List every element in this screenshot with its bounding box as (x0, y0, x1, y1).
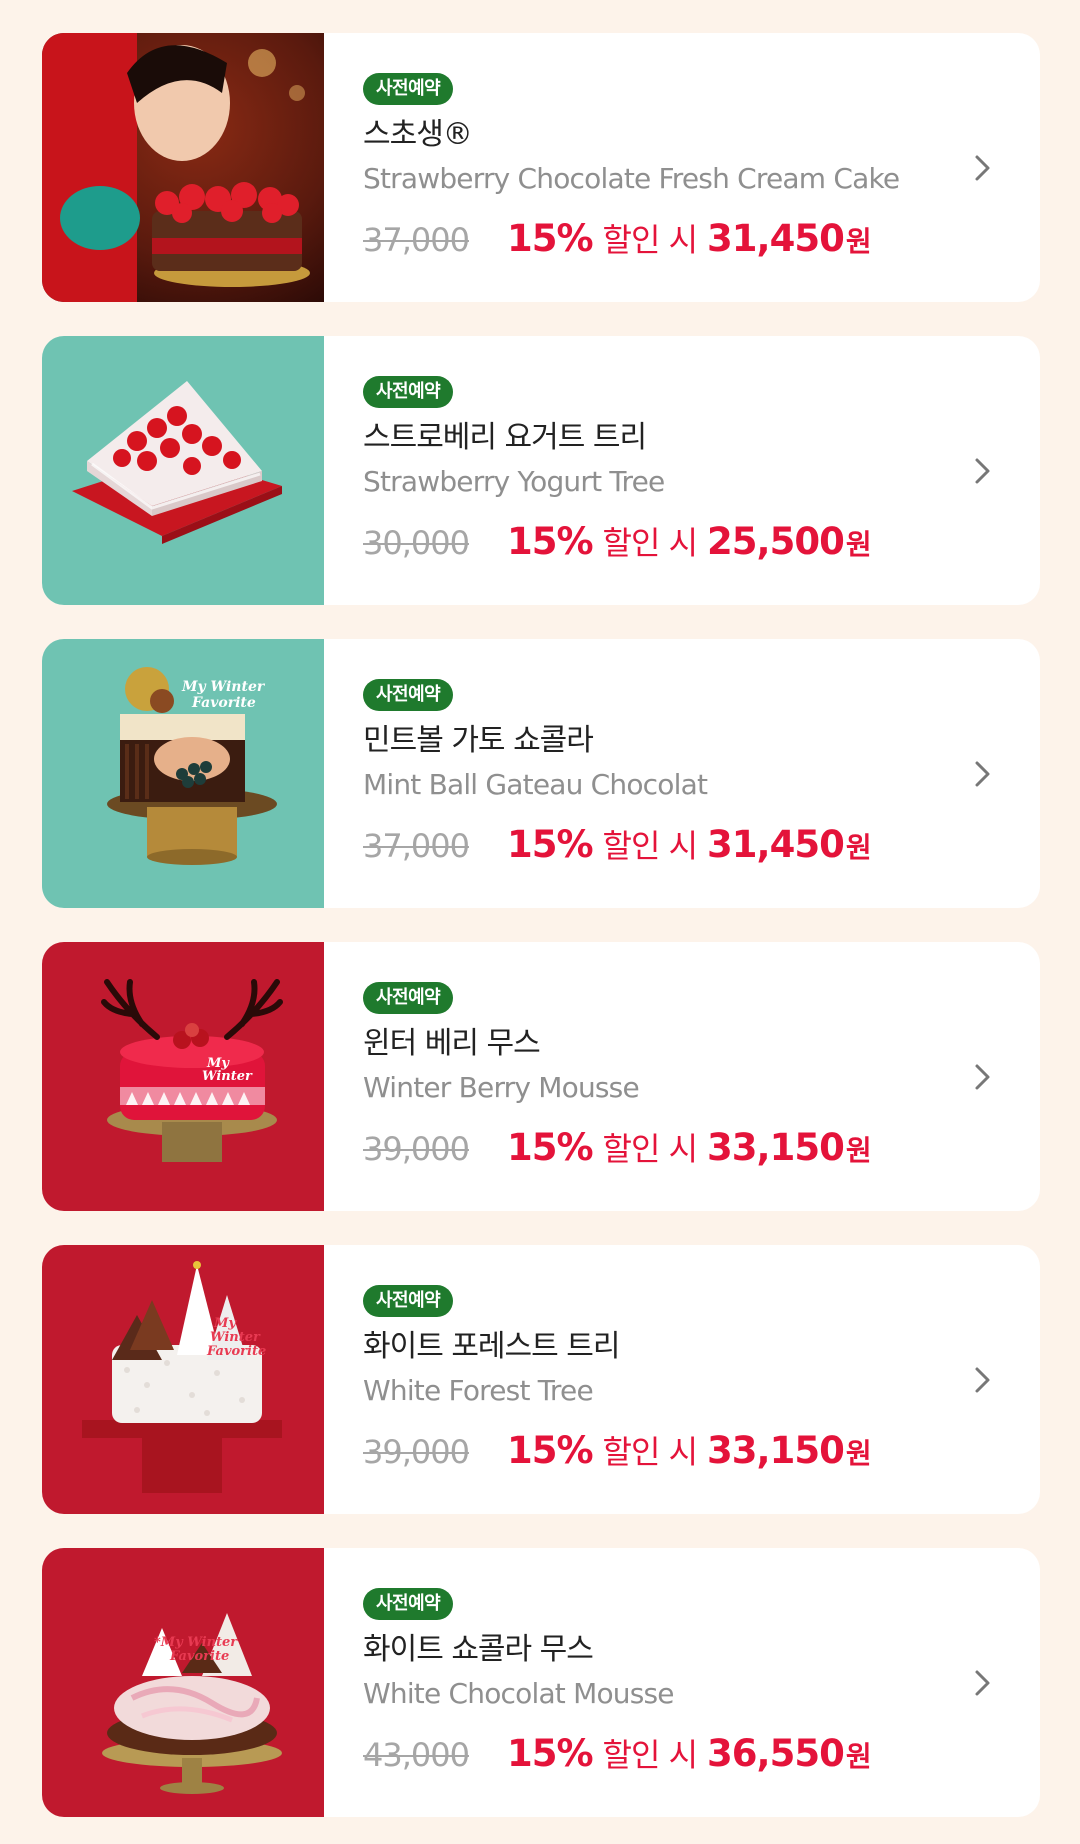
product-info: 사전예약 화이트 쇼콜라 무스 White Chocolat Mousse 43… (363, 1588, 960, 1778)
product-name-korean: 화이트 쇼콜라 무스 (363, 1632, 594, 1667)
currency-unit: 원 (845, 1134, 872, 1167)
svg-text:My: My (213, 1316, 237, 1331)
product-name-english: Strawberry Chocolate Fresh Cream Cake (363, 162, 900, 195)
product-card[interactable]: 사전예약 스트로베리 요거트 트리 Strawberry Yogurt Tree… (42, 336, 1040, 605)
sale-price: 25,500 (707, 520, 845, 563)
currency-unit: 원 (845, 831, 872, 864)
discount-label: 할인 시 (602, 1433, 698, 1471)
sale-price: 31,450 (707, 217, 845, 260)
preorder-badge: 사전예약 (363, 376, 454, 408)
product-name-english: White Forest Tree (363, 1374, 594, 1407)
preorder-badge: 사전예약 (363, 1285, 454, 1317)
discount-percent: 15% (506, 217, 594, 260)
discount-percent: 15% (506, 823, 594, 866)
preorder-badge: 사전예약 (363, 982, 454, 1014)
svg-text:My Winter: My Winter (181, 679, 266, 695)
original-price: 37,000 (363, 221, 470, 259)
mint-ball-gateau-image: My Winter Favorite (42, 639, 324, 908)
product-card[interactable]: 사전예약 스초생® Strawberry Chocolate Fresh Cre… (42, 33, 1040, 302)
preorder-badge: 사전예약 (363, 679, 454, 711)
discount-label: 할인 시 (602, 1736, 698, 1774)
white-forest-tree-image: My Winter Favorite (42, 1245, 324, 1514)
svg-text:*My Winter: *My Winter (154, 1635, 238, 1650)
product-card[interactable]: My Winter Favorite 사전예약 화이트 포레스트 트리 Whit… (42, 1245, 1040, 1514)
original-price: 30,000 (363, 524, 470, 562)
discount-percent: 15% (506, 520, 594, 563)
chevron-right-icon[interactable] (964, 1362, 1000, 1398)
price-row: 39,000 15% 할인 시 33,150 원 (363, 1427, 960, 1475)
preorder-badge: 사전예약 (363, 73, 454, 105)
product-name-korean: 화이트 포레스트 트리 (363, 1329, 620, 1364)
product-info: 사전예약 스트로베리 요거트 트리 Strawberry Yogurt Tree… (363, 376, 960, 566)
price-row: 37,000 15% 할인 시 31,450 원 (363, 821, 960, 869)
discount-label: 할인 시 (602, 827, 698, 865)
svg-text:Winter: Winter (210, 1330, 261, 1345)
original-price: 39,000 (363, 1433, 470, 1471)
product-list: 사전예약 스초생® Strawberry Chocolate Fresh Cre… (42, 33, 1040, 1817)
product-name-english: Winter Berry Mousse (363, 1071, 640, 1104)
product-info: 사전예약 민트볼 가토 쇼콜라 Mint Ball Gateau Chocola… (363, 679, 960, 869)
discount-percent: 15% (506, 1429, 594, 1472)
price-row: 37,000 15% 할인 시 31,450 원 (363, 215, 960, 263)
white-chocolat-mousse-image: *My Winter Favorite (42, 1548, 324, 1817)
price-row: 43,000 15% 할인 시 36,550 원 (363, 1730, 960, 1778)
price-row: 39,000 15% 할인 시 33,150 원 (363, 1124, 960, 1172)
discount-percent: 15% (506, 1126, 594, 1169)
sale-price: 33,150 (707, 1429, 845, 1472)
currency-unit: 원 (845, 528, 872, 561)
strawberry-chocolate-cake-image (42, 33, 324, 302)
currency-unit: 원 (845, 225, 872, 258)
discount-label: 할인 시 (602, 1130, 698, 1168)
svg-text:Favorite: Favorite (191, 695, 256, 711)
svg-text:Winter: Winter (202, 1069, 253, 1084)
discount-label: 할인 시 (602, 221, 698, 259)
product-info: 사전예약 윈터 베리 무스 Winter Berry Mousse 39,000… (363, 982, 960, 1172)
chevron-right-icon[interactable] (964, 1665, 1000, 1701)
original-price: 43,000 (363, 1736, 470, 1774)
product-name-english: Strawberry Yogurt Tree (363, 465, 665, 498)
svg-text:Favorite: Favorite (206, 1344, 266, 1359)
price-row: 30,000 15% 할인 시 25,500 원 (363, 518, 960, 566)
product-card[interactable]: *My Winter Favorite 사전예약 화이트 쇼콜라 무스 Whit… (42, 1548, 1040, 1817)
original-price: 37,000 (363, 827, 470, 865)
product-card[interactable]: My Winter 사전예약 윈터 베리 무스 Winter Berry Mou… (42, 942, 1040, 1211)
original-price: 39,000 (363, 1130, 470, 1168)
currency-unit: 원 (845, 1740, 872, 1773)
strawberry-yogurt-tree-image (42, 336, 324, 605)
chevron-right-icon[interactable] (964, 756, 1000, 792)
product-name-korean: 민트볼 가토 쇼콜라 (363, 723, 594, 758)
product-card[interactable]: My Winter Favorite 사전예약 민트볼 가토 쇼콜라 Mint … (42, 639, 1040, 908)
product-name-english: Mint Ball Gateau Chocolat (363, 768, 708, 801)
product-name-korean: 스초생® (363, 117, 473, 152)
chevron-right-icon[interactable] (964, 1059, 1000, 1095)
chevron-right-icon[interactable] (964, 150, 1000, 186)
product-info: 사전예약 스초생® Strawberry Chocolate Fresh Cre… (363, 73, 960, 263)
sale-price: 33,150 (707, 1126, 845, 1169)
discount-label: 할인 시 (602, 524, 698, 562)
product-name-korean: 스트로베리 요거트 트리 (363, 420, 647, 455)
product-info: 사전예약 화이트 포레스트 트리 White Forest Tree 39,00… (363, 1285, 960, 1475)
currency-unit: 원 (845, 1437, 872, 1470)
discount-percent: 15% (506, 1732, 594, 1775)
chevron-right-icon[interactable] (964, 453, 1000, 489)
product-name-korean: 윈터 베리 무스 (363, 1026, 541, 1061)
sale-price: 31,450 (707, 823, 845, 866)
sale-price: 36,550 (707, 1732, 845, 1775)
winter-berry-mousse-image: My Winter (42, 942, 324, 1211)
svg-text:Favorite: Favorite (169, 1649, 229, 1664)
preorder-badge: 사전예약 (363, 1588, 454, 1620)
product-name-english: White Chocolat Mousse (363, 1677, 675, 1710)
